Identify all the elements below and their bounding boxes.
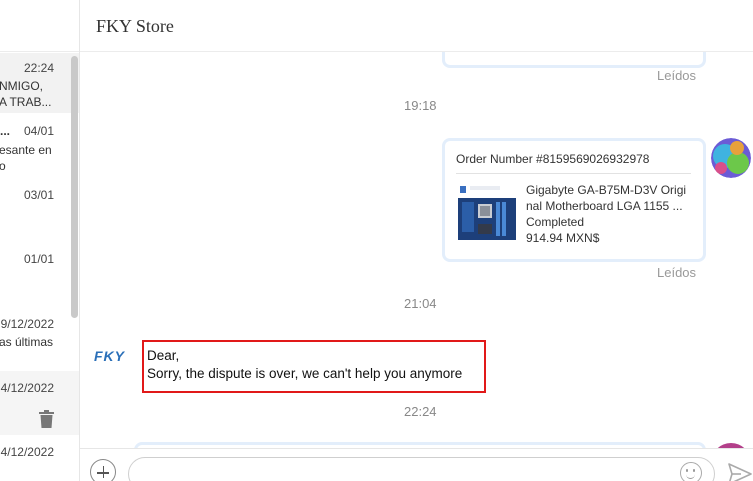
user-avatar[interactable]: [711, 138, 751, 178]
order-status: Completed: [526, 215, 585, 229]
conversation-item[interactable]: 9/12/2022 as últimas: [0, 305, 79, 371]
sidebar-header: [0, 0, 79, 52]
store-logo[interactable]: FKY: [94, 348, 125, 364]
chat-window: 22:24 NMIGO, A TRAB... ... 04/01 esante …: [0, 0, 753, 481]
composer: [80, 448, 753, 481]
trash-icon[interactable]: [39, 410, 54, 428]
message-timestamp: 22:24: [404, 404, 437, 419]
conversation-preview: A TRAB...: [0, 95, 52, 109]
emoji-icon[interactable]: [680, 462, 702, 481]
message-text: Dear,: [147, 348, 180, 363]
product-name-line: Gigabyte GA-B75M-D3V Origi: [526, 183, 687, 197]
divider: [456, 173, 691, 174]
product-name: Gigabyte GA-B75M-D3V Origi nal Motherboa…: [526, 182, 696, 214]
conversation-time: 03/01: [23, 188, 54, 202]
store-name: FKY Store: [96, 16, 174, 36]
conversation-preview: esante en: [0, 143, 52, 157]
send-icon[interactable]: [728, 463, 752, 481]
sidebar-scrollbar[interactable]: [71, 56, 78, 318]
message-timestamp: 21:04: [404, 296, 437, 311]
conversation-time: 4/12/2022: [0, 445, 54, 459]
order-price: 914.94 MXN$: [526, 231, 600, 245]
read-receipt: Leídos: [657, 265, 697, 280]
conversation-time: 4/12/2022: [0, 381, 54, 395]
conversation-item[interactable]: ... 04/01 esante en o: [0, 113, 79, 177]
conversation-name: ...: [0, 124, 11, 138]
conversation-list: 22:24 NMIGO, A TRAB... ... 04/01 esante …: [0, 0, 80, 481]
conversation-item[interactable]: 4/12/2022: [0, 435, 79, 481]
conversation-time: 22:24: [23, 61, 54, 75]
message-input[interactable]: [128, 457, 715, 481]
message-text: Sorry, the dispute is over, we can't hel…: [147, 366, 463, 381]
conversation-time: 01/01: [23, 252, 54, 266]
conversation-item[interactable]: 22:24 NMIGO, A TRAB...: [0, 53, 79, 113]
order-number: Order Number #8159569026932978: [456, 152, 650, 166]
store-message: Dear, Sorry, the dispute is over, we can…: [142, 340, 486, 393]
conversation-time: 04/01: [23, 124, 54, 138]
message-area: Leídos 19:18 Order Number #8159569026932…: [80, 52, 753, 448]
product-name-line: nal Motherboard LGA 1155 ...: [526, 199, 683, 213]
conversation-preview: NMIGO,: [0, 79, 43, 93]
conversation-time: 9/12/2022: [0, 317, 54, 331]
read-receipt: Leídos: [657, 68, 697, 83]
conversation-item[interactable]: 01/01: [0, 241, 79, 305]
chat-header: FKY Store: [80, 0, 753, 52]
conversation-preview: as últimas: [0, 335, 54, 349]
previous-order-card[interactable]: [442, 52, 706, 68]
add-attachment-button[interactable]: [90, 459, 116, 481]
conversation-item[interactable]: 03/01: [0, 177, 79, 241]
order-card[interactable]: Order Number #8159569026932978 Gigabyte …: [442, 138, 706, 262]
message-timestamp: 19:18: [404, 98, 437, 113]
product-thumbnail: [456, 184, 518, 242]
conversation-preview: o: [0, 159, 6, 173]
